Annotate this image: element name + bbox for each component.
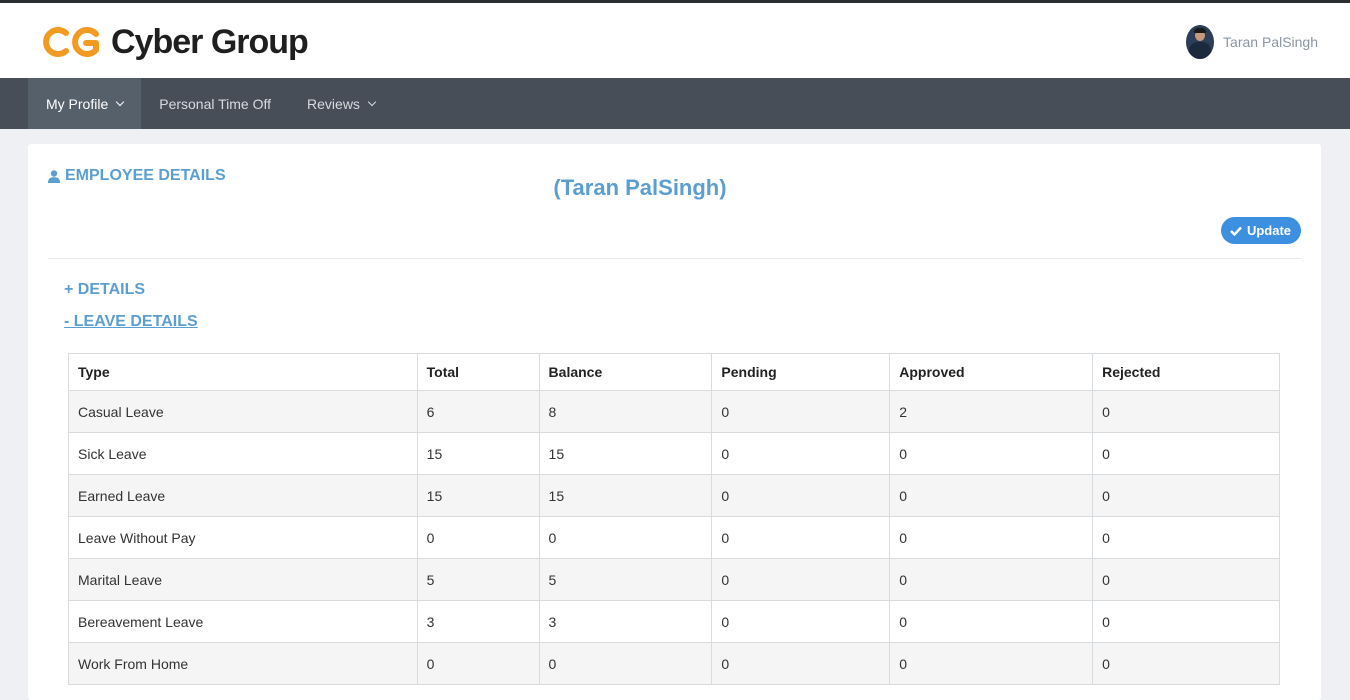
table-row: Casual Leave 6 8 0 2 0 [68,390,1280,433]
table-cell: Bereavement Leave [68,600,418,643]
table-cell: 15 [416,474,540,517]
nav-my-profile-label: My Profile [46,95,109,112]
main-nav: My Profile Personal Time Off Reviews [0,78,1350,129]
table-cell: 0 [1092,558,1280,601]
table-cell: 0 [1092,516,1280,559]
logo[interactable]: Cyber Group [38,21,309,63]
nav-reviews-label: Reviews [307,95,360,112]
column-header: Type [68,353,418,391]
table-cell: 0 [1092,600,1280,643]
table-cell: 0 [1092,642,1280,685]
table-cell: 6 [416,390,540,433]
table-cell: 0 [711,432,891,475]
table-cell: 8 [538,390,713,433]
table-cell: Leave Without Pay [68,516,418,559]
table-cell: 0 [711,558,891,601]
table-cell: 0 [416,642,540,685]
table-row: Sick Leave 15 15 0 0 0 [68,432,1280,475]
table-cell: Earned Leave [68,474,418,517]
column-header: Pending [711,353,891,391]
employee-name: (Taran PalSingh) [553,175,727,200]
table-cell: 0 [1092,390,1280,433]
check-icon [1230,226,1242,236]
column-header: Approved [889,353,1094,391]
table-cell: 0 [538,516,713,559]
nav-personal-time-off-label: Personal Time Off [159,95,272,112]
table-cell: 0 [1092,432,1280,475]
table-row: Leave Without Pay 0 0 0 0 0 [68,516,1280,559]
table-cell: 0 [1092,474,1280,517]
table-cell: 0 [711,516,891,559]
table-cell: 15 [416,432,540,475]
leave-details-toggle[interactable]: - LEAVE DETAILS [64,313,198,331]
nav-reviews[interactable]: Reviews [289,78,393,129]
chevron-down-icon [115,97,125,106]
table-cell: Marital Leave [68,558,418,601]
table-row: Earned Leave 15 15 0 0 0 [68,474,1280,517]
employee-panel: EMPLOYEE DETAILS (Taran PalSingh) Update… [28,144,1321,700]
app-header: Cyber Group Taran PalSingh [0,3,1350,78]
table-cell: 0 [889,642,1094,685]
cg-logo-icon [43,27,99,57]
table-cell: 0 [711,390,891,433]
table-cell: Casual Leave [68,390,418,433]
table-cell: 0 [711,474,891,517]
table-cell: 0 [538,642,713,685]
table-cell: 0 [711,642,891,685]
table-cell: Sick Leave [68,432,418,475]
column-header: Rejected [1092,353,1280,391]
update-button-label: Update [1246,223,1291,238]
table-row: Marital Leave 5 5 0 0 0 [68,558,1280,601]
table-cell: 5 [538,558,713,601]
table-cell: 0 [889,600,1094,643]
column-header: Balance [538,353,713,391]
nav-personal-time-off[interactable]: Personal Time Off [141,78,289,129]
table-cell: 15 [538,432,713,475]
table-cell: 0 [889,474,1094,517]
table-cell: 2 [889,390,1094,433]
chevron-down-icon [367,97,377,106]
table-header-row: Type Total Balance Pending Approved Reje… [68,353,1280,391]
leave-table: Type Total Balance Pending Approved Reje… [68,353,1280,685]
table-cell: 0 [711,600,891,643]
table-cell: 3 [416,600,540,643]
brand-name: Cyber Group [111,23,309,61]
table-cell: 3 [538,600,713,643]
user-menu[interactable]: Taran PalSingh [1186,25,1318,59]
update-button[interactable]: Update [1220,217,1301,244]
table-cell: 0 [889,558,1094,601]
column-header: Total [416,353,540,391]
table-row: Bereavement Leave 3 3 0 0 0 [68,600,1280,643]
table-cell: 0 [889,516,1094,559]
details-toggle[interactable]: + DETAILS [64,281,145,299]
user-name[interactable]: Taran PalSingh [1223,34,1318,50]
table-cell: 0 [889,432,1094,475]
table-row: Work From Home 0 0 0 0 0 [68,642,1280,685]
divider [48,258,1301,259]
table-cell: 5 [416,558,540,601]
table-cell: 0 [416,516,540,559]
nav-my-profile[interactable]: My Profile [28,78,142,129]
avatar[interactable] [1186,25,1215,59]
table-cell: 15 [538,474,713,517]
table-cell: Work From Home [68,642,418,685]
